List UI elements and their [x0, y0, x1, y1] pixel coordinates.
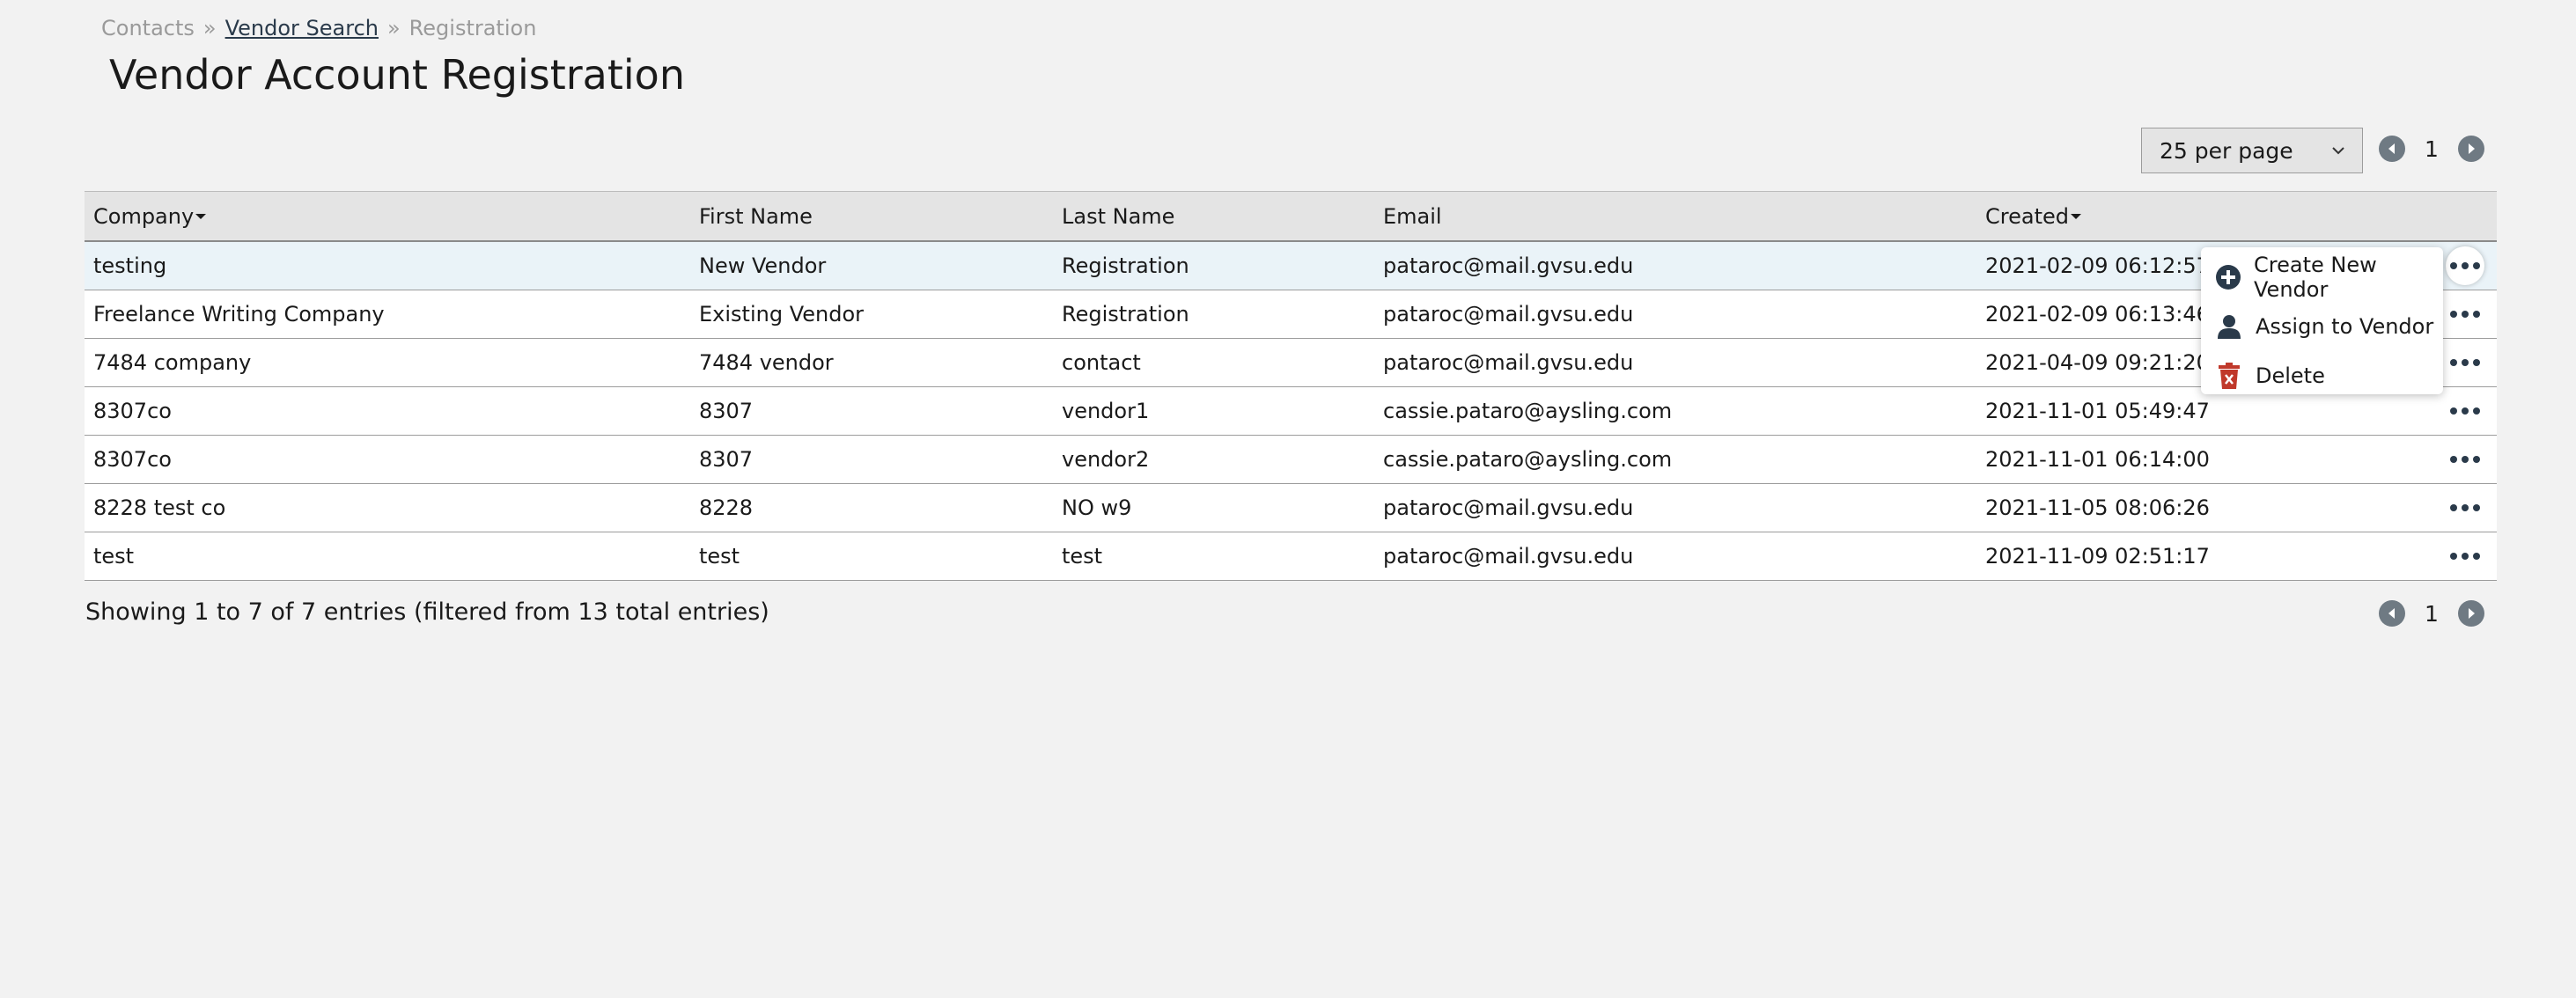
- table-row[interactable]: 8228 test co 8228 NO w9 pataroc@mail.gvs…: [85, 484, 2497, 532]
- cell-last-name: NO w9: [1062, 495, 1132, 520]
- menu-item-label: Delete: [2256, 363, 2325, 388]
- cell-company: 7484 company: [93, 350, 252, 375]
- row-actions-menu: Create New Vendor Assign to Vendor Delet…: [2201, 247, 2443, 394]
- trash-icon: [2215, 362, 2243, 390]
- table-row[interactable]: 8307co 8307 vendor1 cassie.pataro@ayslin…: [85, 387, 2497, 436]
- column-header-email[interactable]: Email: [1383, 192, 1985, 240]
- row-actions-button[interactable]: [2446, 392, 2484, 430]
- breadcrumb-registration: Registration: [408, 16, 537, 40]
- row-actions-button[interactable]: [2446, 343, 2484, 382]
- column-header-first-name[interactable]: First Name: [699, 192, 1062, 240]
- more-dots-icon: [2450, 262, 2480, 269]
- breadcrumb-separator: »: [386, 16, 401, 40]
- next-page-button[interactable]: [2458, 600, 2484, 627]
- breadcrumb-contacts: Contacts: [101, 16, 195, 40]
- row-actions-button[interactable]: [2446, 537, 2484, 576]
- menu-item-assign-to-vendor[interactable]: Assign to Vendor: [2201, 302, 2443, 351]
- column-header-last-name[interactable]: Last Name: [1062, 192, 1383, 240]
- cell-email: pataroc@mail.gvsu.edu: [1383, 544, 1634, 569]
- plus-circle-icon: [2215, 263, 2241, 291]
- pagination-top: 1: [2379, 136, 2484, 162]
- chevron-down-icon: [2332, 147, 2344, 155]
- cell-email: pataroc@mail.gvsu.edu: [1383, 495, 1634, 520]
- cell-company: 8307co: [93, 399, 172, 423]
- cell-email: pataroc@mail.gvsu.edu: [1383, 350, 1634, 375]
- cell-first-name: 8307: [699, 447, 754, 472]
- cell-email: pataroc@mail.gvsu.edu: [1383, 253, 1634, 278]
- entries-summary: Showing 1 to 7 of 7 entries (filtered fr…: [85, 598, 769, 626]
- more-dots-icon: [2450, 311, 2480, 318]
- cell-last-name: vendor1: [1062, 399, 1150, 423]
- caret-left-icon: [2388, 143, 2395, 154]
- caret-left-icon: [2388, 608, 2395, 619]
- sort-down-icon: [2070, 213, 2081, 219]
- cell-last-name: vendor2: [1062, 447, 1150, 472]
- menu-item-create-new-vendor[interactable]: Create New Vendor: [2201, 253, 2443, 302]
- current-page: 1: [2425, 136, 2439, 162]
- cell-company: 8228 test co: [93, 495, 226, 520]
- cell-company: Freelance Writing Company: [93, 302, 385, 327]
- breadcrumb-separator: »: [202, 16, 217, 40]
- cell-created: 2021-11-09 02:51:17: [1985, 544, 2210, 569]
- prev-page-button[interactable]: [2379, 600, 2405, 627]
- more-dots-icon: [2450, 359, 2480, 366]
- menu-item-label: Assign to Vendor: [2256, 314, 2434, 339]
- column-header-actions: [2433, 192, 2497, 240]
- column-header-created[interactable]: Created: [1985, 192, 2433, 240]
- caret-right-icon: [2469, 608, 2475, 619]
- table-row[interactable]: Freelance Writing Company Existing Vendo…: [85, 290, 2497, 339]
- cell-first-name: Existing Vendor: [699, 302, 865, 327]
- more-dots-icon: [2450, 456, 2480, 463]
- cell-created: 2021-11-01 06:14:00: [1985, 447, 2210, 472]
- page-title: Vendor Account Registration: [109, 51, 685, 99]
- cell-first-name: New Vendor: [699, 253, 827, 278]
- more-dots-icon: [2450, 553, 2480, 560]
- next-page-button[interactable]: [2458, 136, 2484, 162]
- cell-last-name: test: [1062, 544, 1103, 569]
- prev-page-button[interactable]: [2379, 136, 2405, 162]
- row-actions-button[interactable]: [2446, 246, 2484, 285]
- per-page-select[interactable]: 25 per page: [2141, 128, 2363, 173]
- pagination-bottom: 1: [2379, 600, 2484, 627]
- cell-company: test: [93, 544, 135, 569]
- menu-item-label: Create New Vendor: [2254, 253, 2377, 302]
- breadcrumb: Contacts » Vendor Search » Registration: [101, 16, 536, 40]
- cell-first-name: 7484 vendor: [699, 350, 834, 375]
- table-header: Company First Name Last Name Email Creat…: [85, 192, 2497, 242]
- cell-email: cassie.pataro@aysling.com: [1383, 447, 1673, 472]
- breadcrumb-vendor-search-link[interactable]: Vendor Search: [225, 16, 379, 40]
- registration-table: Company First Name Last Name Email Creat…: [85, 191, 2497, 581]
- table-row[interactable]: testing New Vendor Registration pataroc@…: [85, 242, 2497, 290]
- column-header-company[interactable]: Company: [85, 192, 699, 240]
- table-row[interactable]: test test test pataroc@mail.gvsu.edu 202…: [85, 532, 2497, 580]
- cell-last-name: Registration: [1062, 302, 1189, 327]
- cell-email: cassie.pataro@aysling.com: [1383, 399, 1673, 423]
- user-icon: [2215, 312, 2243, 341]
- cell-last-name: Registration: [1062, 253, 1189, 278]
- caret-right-icon: [2469, 143, 2475, 154]
- menu-item-delete[interactable]: Delete: [2201, 351, 2443, 400]
- sort-down-icon: [195, 213, 207, 219]
- per-page-value: 25 per page: [2160, 137, 2293, 164]
- cell-first-name: test: [699, 544, 740, 569]
- cell-created: 2021-11-01 05:49:47: [1985, 399, 2210, 423]
- row-actions-button[interactable]: [2446, 295, 2484, 334]
- more-dots-icon: [2450, 407, 2480, 415]
- cell-company: testing: [93, 253, 167, 278]
- table-row[interactable]: 8307co 8307 vendor2 cassie.pataro@ayslin…: [85, 436, 2497, 484]
- cell-email: pataroc@mail.gvsu.edu: [1383, 302, 1634, 327]
- cell-first-name: 8307: [699, 399, 754, 423]
- cell-last-name: contact: [1062, 350, 1141, 375]
- cell-company: 8307co: [93, 447, 172, 472]
- current-page: 1: [2425, 600, 2439, 627]
- cell-created: 2021-11-05 08:06:26: [1985, 495, 2210, 520]
- more-dots-icon: [2450, 504, 2480, 511]
- cell-first-name: 8228: [699, 495, 754, 520]
- table-row[interactable]: 7484 company 7484 vendor contact pataroc…: [85, 339, 2497, 387]
- row-actions-button[interactable]: [2446, 440, 2484, 479]
- row-actions-button[interactable]: [2446, 488, 2484, 527]
